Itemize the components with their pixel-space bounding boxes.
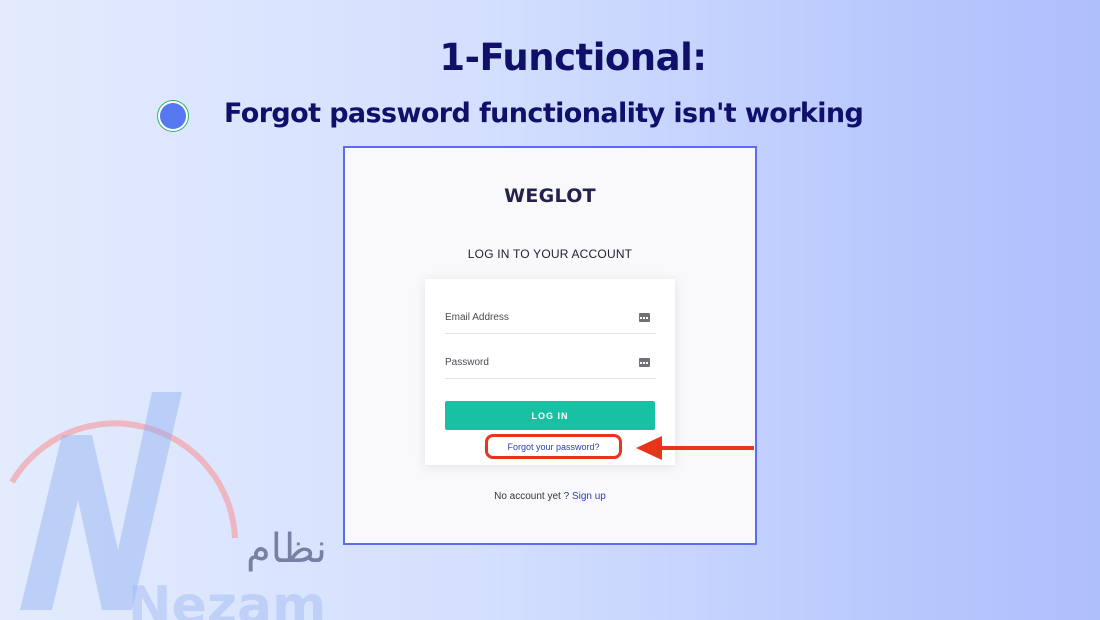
slide-title: 1-Functional: xyxy=(439,36,707,79)
password-field[interactable] xyxy=(445,357,625,368)
password-manager-key-icon[interactable] xyxy=(639,313,650,322)
signup-link[interactable]: Sign up xyxy=(572,491,606,502)
weglot-logo: WEGLOT xyxy=(504,185,596,207)
password-field-row xyxy=(445,354,656,379)
forgot-password-highlight: Forgot your password? xyxy=(485,434,622,459)
nezam-watermark: نظام Nezam xyxy=(9,392,327,620)
svg-text:نظام: نظام xyxy=(246,526,327,572)
login-screenshot-frame: WEGLOT LOG IN TO YOUR ACCOUNT LOG IN For… xyxy=(343,146,757,545)
email-field[interactable] xyxy=(445,312,625,323)
svg-text:Nezam: Nezam xyxy=(128,576,326,620)
email-field-row xyxy=(445,309,656,334)
red-arrow-left-icon xyxy=(636,436,754,460)
signup-prompt: No account yet ? xyxy=(494,491,572,502)
password-manager-key-icon[interactable] xyxy=(639,358,650,367)
signup-line: No account yet ? Sign up xyxy=(345,491,755,502)
forgot-password-link[interactable]: Forgot your password? xyxy=(488,442,619,452)
login-button[interactable]: LOG IN xyxy=(445,401,655,430)
bullet-dot-icon xyxy=(160,103,186,129)
login-heading: LOG IN TO YOUR ACCOUNT xyxy=(467,247,633,261)
bullet-text: Forgot password functionality isn't work… xyxy=(224,98,864,129)
